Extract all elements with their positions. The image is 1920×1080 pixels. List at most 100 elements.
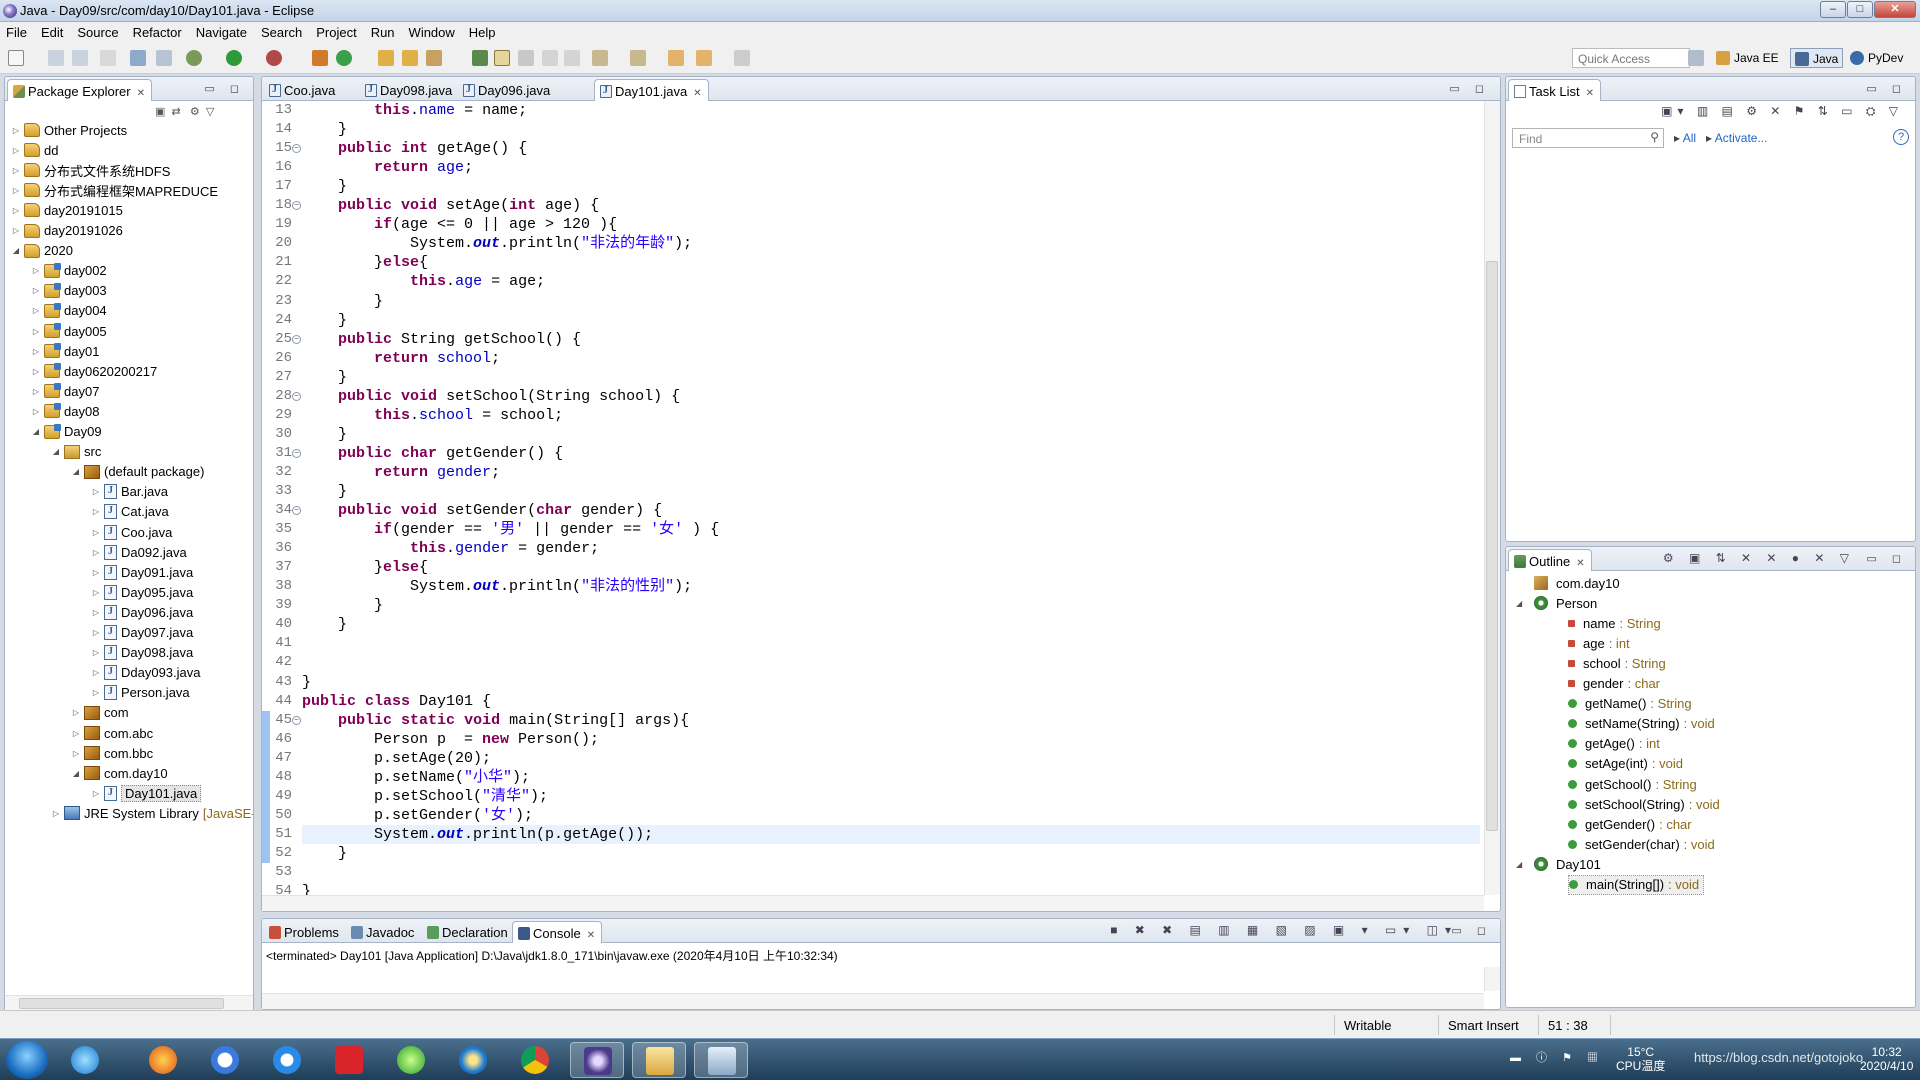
taskbar-ie2[interactable] — [446, 1042, 500, 1078]
activate-link[interactable]: Activate... — [1715, 131, 1768, 145]
back-icon[interactable] — [668, 50, 684, 66]
code-line[interactable]: } — [302, 844, 1480, 863]
print-icon[interactable] — [100, 50, 116, 66]
show-whitespace-icon[interactable] — [518, 50, 534, 66]
view-minmax[interactable]: ▭ ◻ — [1866, 552, 1907, 565]
coverage-icon[interactable] — [266, 50, 282, 66]
link-with-editor-icon[interactable]: ⇄ — [172, 106, 181, 118]
tab-outline[interactable]: Outline ✕ — [1508, 549, 1592, 571]
tree-item[interactable]: ▷ Day091.java — [91, 563, 193, 581]
taskbar-cloud[interactable] — [260, 1042, 314, 1078]
view-minmax[interactable]: ▭ ◻ — [204, 82, 245, 95]
code-line[interactable]: return school; — [302, 349, 1480, 368]
code-line[interactable]: p.setSchool("清华"); — [302, 787, 1480, 806]
collapsed-arrow-icon[interactable]: ▷ — [31, 387, 41, 396]
previous-annotation-icon[interactable] — [564, 50, 580, 66]
collapsed-arrow-icon[interactable]: ▷ — [91, 789, 101, 798]
tree-item[interactable]: ▷ Person.java — [91, 684, 190, 702]
menu-edit[interactable]: Edit — [41, 25, 63, 40]
perspective-java[interactable]: Java — [1790, 48, 1844, 68]
tree-item[interactable]: ▷ day20191026 — [11, 222, 123, 240]
tray-icons[interactable]: ▬ ⓘ ⚑ ▦ — [1510, 1051, 1604, 1065]
quick-access-input[interactable]: Quick Access — [1572, 48, 1690, 68]
code-editor[interactable]: 13 14 15−16 17 18−19 20 21 22 23 24 25−26 27 28−29 30… — [262, 101, 1500, 911]
collapsed-arrow-icon[interactable]: ▷ — [91, 568, 101, 577]
new-java-class-icon[interactable] — [336, 50, 352, 66]
tree-item[interactable]: ◢ src — [51, 443, 101, 461]
collapsed-arrow-icon[interactable]: ▷ — [11, 206, 21, 215]
tree-item[interactable]: ▷ day07 — [31, 382, 99, 400]
expanded-arrow-icon[interactable]: ◢ — [31, 427, 41, 436]
code-line[interactable]: } — [302, 596, 1480, 615]
tree-item[interactable]: ▷ day01 — [31, 342, 99, 360]
expanded-arrow-icon[interactable]: ◢ — [1516, 860, 1522, 869]
new-icon[interactable] — [8, 50, 24, 66]
code-line[interactable]: return gender; — [302, 463, 1480, 482]
fold-toggle-icon[interactable]: − — [292, 715, 301, 725]
taskbar-explorer[interactable] — [632, 1042, 686, 1078]
code-line[interactable]: public class Day101 { — [302, 692, 1480, 711]
collapsed-arrow-icon[interactable]: ▷ — [11, 186, 21, 195]
outline-item[interactable]: main(String[]): void — [1568, 874, 1705, 895]
console-tab-javadoc[interactable]: Javadoc — [346, 921, 420, 943]
code-line[interactable]: System.out.println(p.getAge()); — [302, 824, 1480, 844]
code-line[interactable]: public void setGender(char gender) { — [302, 501, 1480, 520]
run-icon[interactable] — [226, 50, 242, 66]
fold-toggle-icon[interactable]: − — [292, 506, 301, 516]
console-toolbar[interactable]: ■ ✖ ✖ ▤ ▥ ▦ ▧ ▨ ▣ ▾ ▭▾ ◫▾ — [1110, 923, 1458, 937]
tree-item[interactable]: ▷ Bar.java — [91, 483, 168, 501]
save-all-icon[interactable] — [72, 50, 88, 66]
toggle-block-selection-icon[interactable] — [494, 50, 510, 66]
view-minmax[interactable]: ▭ ◻ — [1451, 924, 1492, 937]
tree-item[interactable]: ▷ Day101.java — [91, 784, 202, 802]
menu-navigate[interactable]: Navigate — [196, 25, 247, 40]
clock[interactable]: 10:32 2020/4/10 — [1860, 1045, 1913, 1073]
code-line[interactable]: public void setSchool(String school) { — [302, 387, 1480, 406]
tree-item[interactable]: ▷ day20191015 — [11, 201, 123, 219]
code-line[interactable]: p.setGender('女'); — [302, 806, 1480, 825]
tree-item[interactable]: ▷ day002 — [31, 262, 107, 280]
code-line[interactable]: public String getSchool() { — [302, 330, 1480, 349]
collapsed-arrow-icon[interactable]: ▷ — [31, 407, 41, 416]
taskbar-360[interactable] — [384, 1042, 438, 1078]
outline-item[interactable]: getSchool(): String — [1568, 774, 1697, 794]
collapsed-arrow-icon[interactable]: ▷ — [91, 548, 101, 557]
menu-window[interactable]: Window — [409, 25, 455, 40]
tree-item[interactable]: ▷ Dday093.java — [91, 664, 201, 682]
editor-tab[interactable]: Coo.java — [264, 79, 341, 101]
menu-run[interactable]: Run — [371, 25, 395, 40]
code-line[interactable] — [302, 653, 1480, 672]
skip-breakpoints-icon[interactable] — [156, 50, 172, 66]
menu-file[interactable]: File — [6, 25, 27, 40]
expanded-arrow-icon[interactable]: ◢ — [71, 769, 81, 778]
help-icon[interactable]: ? — [1893, 129, 1909, 145]
editor-tab[interactable]: Day096.java — [458, 79, 556, 101]
tree-item[interactable]: ▷ com.bbc — [71, 744, 153, 762]
code-line[interactable] — [302, 863, 1480, 882]
outline-item[interactable]: setSchool(String): void — [1568, 794, 1720, 814]
code-line[interactable]: if(gender == '男' || gender == '女' ) { — [302, 520, 1480, 539]
collapsed-arrow-icon[interactable]: ▷ — [71, 749, 81, 758]
tree-item[interactable]: ▷ Day098.java — [91, 644, 193, 662]
close-icon[interactable]: ✕ — [1586, 88, 1594, 99]
forward-icon[interactable] — [734, 50, 750, 66]
close-icon[interactable]: ✕ — [137, 88, 145, 99]
code-line[interactable]: } — [302, 482, 1480, 501]
collapsed-arrow-icon[interactable]: ▷ — [11, 126, 21, 135]
code-line[interactable]: } — [302, 425, 1480, 444]
fold-toggle-icon[interactable]: − — [292, 391, 301, 401]
editor-tab[interactable]: Day098.java — [360, 79, 458, 101]
fold-toggle-icon[interactable]: − — [292, 144, 301, 154]
close-icon[interactable]: ✕ — [1576, 558, 1584, 569]
collapsed-arrow-icon[interactable]: ▷ — [31, 286, 41, 295]
minimize-button[interactable]: – — [1820, 1, 1846, 18]
outline-item[interactable]: school: String — [1568, 653, 1666, 673]
all-link[interactable]: All — [1683, 131, 1696, 145]
editor-horizontal-scrollbar[interactable] — [262, 895, 1484, 911]
outline-item[interactable]: age: int — [1568, 633, 1630, 653]
code-line[interactable]: public static void main(String[] args){ — [302, 711, 1480, 730]
next-annotation-icon[interactable] — [542, 50, 558, 66]
collapsed-arrow-icon[interactable]: ▷ — [31, 367, 41, 376]
collapsed-arrow-icon[interactable]: ▷ — [11, 226, 21, 235]
tree-item[interactable]: ▷ Day096.java — [91, 603, 193, 621]
